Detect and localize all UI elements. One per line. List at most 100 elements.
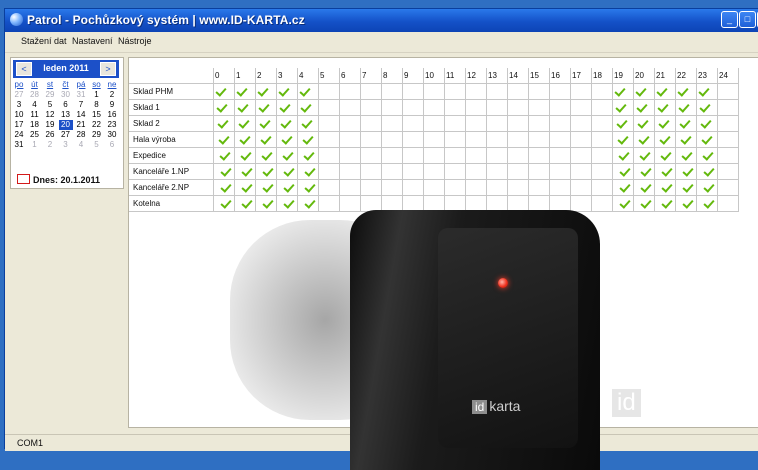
hour-cell[interactable] bbox=[423, 147, 445, 164]
hour-cell[interactable] bbox=[465, 131, 487, 148]
maximize-button[interactable]: □ bbox=[739, 11, 756, 28]
calendar-day[interactable]: 18 bbox=[28, 120, 42, 130]
hour-cell[interactable] bbox=[255, 179, 277, 196]
calendar-day[interactable]: 21 bbox=[74, 120, 88, 130]
hour-cell[interactable] bbox=[444, 131, 466, 148]
hour-cell[interactable] bbox=[549, 131, 571, 148]
hour-cell[interactable] bbox=[402, 163, 424, 180]
hour-cell[interactable] bbox=[528, 163, 550, 180]
hour-cell[interactable] bbox=[465, 115, 487, 132]
hour-cell[interactable] bbox=[570, 147, 592, 164]
calendar-day[interactable]: 6 bbox=[59, 100, 73, 110]
hour-cell[interactable] bbox=[633, 83, 655, 100]
hour-cell[interactable] bbox=[423, 115, 445, 132]
hour-cell[interactable] bbox=[423, 163, 445, 180]
calendar-day[interactable]: 1 bbox=[90, 90, 104, 100]
hour-cell[interactable] bbox=[255, 131, 277, 148]
hour-cell[interactable] bbox=[612, 131, 634, 148]
hour-cell[interactable] bbox=[444, 147, 466, 164]
hour-cell[interactable] bbox=[549, 115, 571, 132]
calendar-day[interactable]: 29 bbox=[90, 130, 104, 140]
hour-cell[interactable] bbox=[696, 99, 718, 116]
hour-cell[interactable] bbox=[276, 99, 298, 116]
hour-cell[interactable] bbox=[255, 115, 277, 132]
hour-cell[interactable] bbox=[318, 83, 340, 100]
hour-cell[interactable] bbox=[360, 131, 382, 148]
hour-cell[interactable] bbox=[360, 179, 382, 196]
hour-cell[interactable] bbox=[654, 163, 676, 180]
hour-cell[interactable] bbox=[360, 115, 382, 132]
hour-cell[interactable] bbox=[444, 99, 466, 116]
hour-cell[interactable] bbox=[675, 131, 697, 148]
hour-cell[interactable] bbox=[696, 163, 718, 180]
hour-cell[interactable] bbox=[465, 163, 487, 180]
hour-cell[interactable] bbox=[444, 163, 466, 180]
next-month-button[interactable]: > bbox=[100, 62, 116, 76]
hour-cell[interactable] bbox=[465, 83, 487, 100]
calendar-day[interactable]: 11 bbox=[28, 110, 42, 120]
hour-cell[interactable] bbox=[486, 147, 508, 164]
hour-cell[interactable] bbox=[234, 131, 256, 148]
calendar-day[interactable]: 3 bbox=[12, 100, 26, 110]
hour-cell[interactable] bbox=[381, 147, 403, 164]
hour-cell[interactable] bbox=[717, 99, 739, 116]
hour-cell[interactable] bbox=[507, 131, 529, 148]
hour-cell[interactable] bbox=[318, 163, 340, 180]
calendar-day[interactable]: 28 bbox=[74, 130, 88, 140]
hour-cell[interactable] bbox=[570, 99, 592, 116]
hour-cell[interactable] bbox=[339, 179, 361, 196]
prev-month-button[interactable]: < bbox=[16, 62, 32, 76]
hour-cell[interactable] bbox=[213, 83, 235, 100]
hour-cell[interactable] bbox=[297, 83, 319, 100]
hour-cell[interactable] bbox=[486, 163, 508, 180]
minimize-button[interactable]: _ bbox=[721, 11, 738, 28]
hour-cell[interactable] bbox=[339, 163, 361, 180]
hour-cell[interactable] bbox=[612, 83, 634, 100]
calendar-day[interactable]: 24 bbox=[12, 130, 26, 140]
hour-cell[interactable] bbox=[717, 83, 739, 100]
hour-cell[interactable] bbox=[423, 99, 445, 116]
hour-cell[interactable] bbox=[654, 147, 676, 164]
hour-cell[interactable] bbox=[486, 99, 508, 116]
hour-cell[interactable] bbox=[654, 131, 676, 148]
hour-cell[interactable] bbox=[276, 195, 298, 212]
hour-cell[interactable] bbox=[507, 99, 529, 116]
hour-cell[interactable] bbox=[591, 83, 613, 100]
hour-cell[interactable] bbox=[465, 99, 487, 116]
hour-cell[interactable] bbox=[717, 163, 739, 180]
hour-cell[interactable] bbox=[444, 83, 466, 100]
hour-cell[interactable] bbox=[213, 179, 235, 196]
hour-cell[interactable] bbox=[360, 83, 382, 100]
hour-cell[interactable] bbox=[507, 115, 529, 132]
hour-cell[interactable] bbox=[507, 163, 529, 180]
hour-cell[interactable] bbox=[297, 179, 319, 196]
title-bar[interactable]: Patrol - Pochůzkový systém | www.ID-KART… bbox=[5, 9, 758, 32]
hour-cell[interactable] bbox=[255, 147, 277, 164]
hour-cell[interactable] bbox=[381, 99, 403, 116]
hour-cell[interactable] bbox=[402, 147, 424, 164]
hour-cell[interactable] bbox=[549, 147, 571, 164]
calendar-day[interactable]: 30 bbox=[59, 90, 73, 100]
hour-cell[interactable] bbox=[318, 115, 340, 132]
hour-cell[interactable] bbox=[255, 99, 277, 116]
hour-cell[interactable] bbox=[339, 131, 361, 148]
hour-cell[interactable] bbox=[549, 99, 571, 116]
calendar-day[interactable]: 13 bbox=[59, 110, 73, 120]
hour-cell[interactable] bbox=[696, 195, 718, 212]
hour-cell[interactable] bbox=[528, 99, 550, 116]
hour-cell[interactable] bbox=[696, 115, 718, 132]
room-name[interactable]: Expedice bbox=[129, 147, 214, 164]
hour-cell[interactable] bbox=[633, 99, 655, 116]
hour-cell[interactable] bbox=[423, 83, 445, 100]
hour-cell[interactable] bbox=[276, 115, 298, 132]
hour-cell[interactable] bbox=[570, 115, 592, 132]
hour-cell[interactable] bbox=[507, 179, 529, 196]
hour-cell[interactable] bbox=[339, 83, 361, 100]
hour-cell[interactable] bbox=[297, 147, 319, 164]
hour-cell[interactable] bbox=[486, 131, 508, 148]
hour-cell[interactable] bbox=[402, 179, 424, 196]
calendar-day[interactable]: 22 bbox=[90, 120, 104, 130]
calendar-day[interactable]: 4 bbox=[74, 140, 88, 150]
hour-cell[interactable] bbox=[297, 131, 319, 148]
calendar-day[interactable]: 30 bbox=[105, 130, 119, 140]
